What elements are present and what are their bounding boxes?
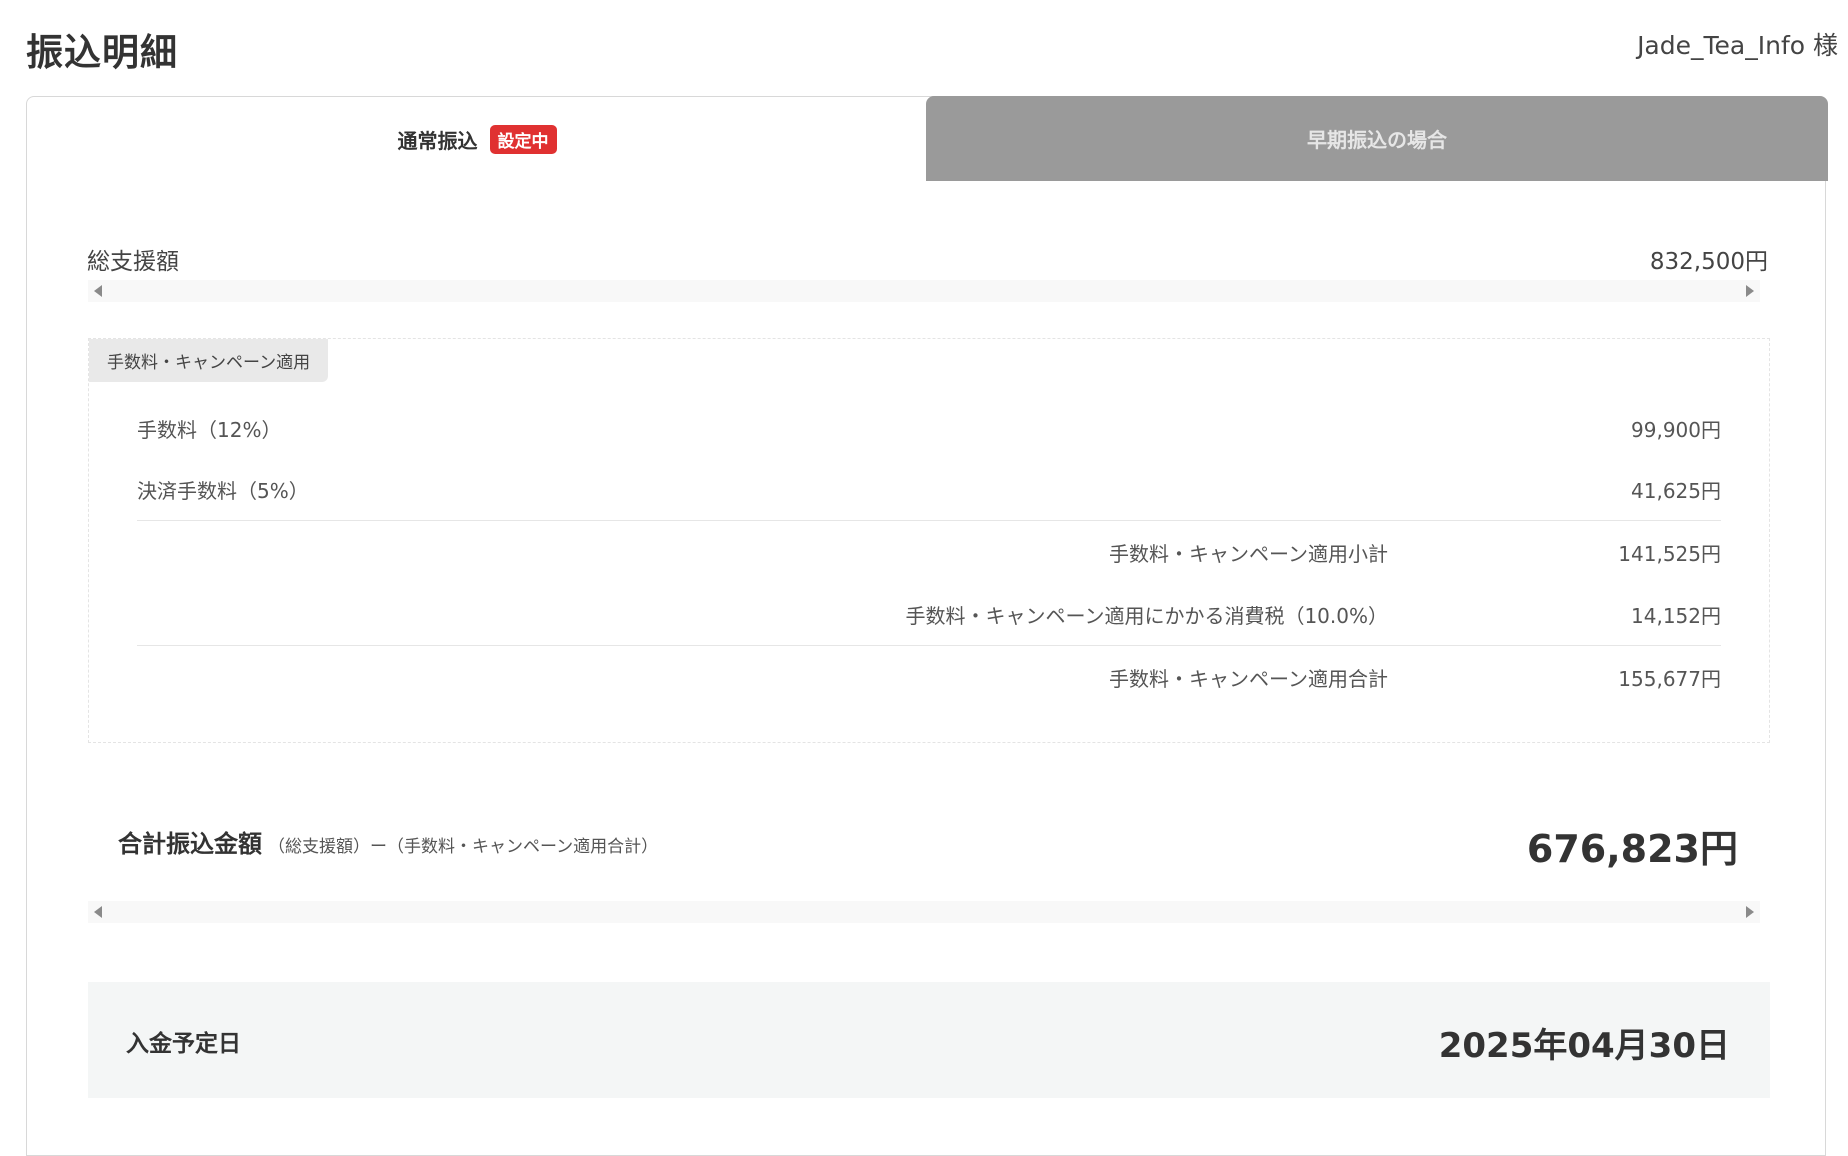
horizontal-scrollbar[interactable] <box>88 280 1760 302</box>
total-support-label: 総支援額 <box>87 249 179 275</box>
fee-item-row: 手数料（12%） 99,900円 <box>137 414 1721 444</box>
fee-subtotal-value: 141,525円 <box>1618 542 1721 566</box>
scroll-left-icon[interactable] <box>94 906 102 918</box>
scroll-left-icon[interactable] <box>94 285 102 297</box>
fee-item-value: 41,625円 <box>1631 479 1721 503</box>
fee-section-label: 手数料・キャンペーン適用 <box>89 339 329 382</box>
fee-divider <box>137 645 1721 646</box>
tab-early-label: 早期振込の場合 <box>1307 128 1447 152</box>
fee-subtotal-label: 手数料・キャンペーン適用小計 <box>1109 542 1388 566</box>
grand-total-label: 合計振込金額 （総支援額）ー（手数料・キャンペーン適用合計） <box>118 824 658 859</box>
grand-total-value: 676,823円 <box>1526 827 1738 871</box>
tab-normal-transfer[interactable]: 通常振込 設定中 <box>27 97 927 181</box>
user-name: Jade_Tea_Info 様 <box>1637 31 1838 60</box>
fee-total-label: 手数料・キャンペーン適用合計 <box>1109 667 1388 691</box>
deposit-date-label: 入金予定日 <box>126 1031 241 1057</box>
fee-divider <box>137 520 1721 521</box>
horizontal-scrollbar[interactable] <box>88 901 1760 923</box>
fee-tax-value: 14,152円 <box>1631 604 1721 628</box>
total-support-value: 832,500円 <box>1649 249 1768 275</box>
fee-breakdown-box: 手数料・キャンペーン適用 手数料（12%） 99,900円 決済手数料（5%） … <box>88 338 1770 743</box>
fee-subtotal-row: 手数料・キャンペーン適用小計 141,525円 <box>137 538 1721 568</box>
fee-item-value: 99,900円 <box>1631 418 1721 442</box>
fee-item-label: 決済手数料（5%） <box>137 479 309 503</box>
grand-total-title: 合計振込金額 <box>118 830 262 858</box>
fee-tax-row: 手数料・キャンペーン適用にかかる消費税（10.0%） 14,152円 <box>137 600 1721 630</box>
deposit-date-value: 2025年04月30日 <box>1438 1026 1730 1066</box>
page-title: 振込明細 <box>26 31 178 74</box>
tab-early-transfer[interactable]: 早期振込の場合 <box>926 96 1828 181</box>
deposit-date-box: 入金予定日 2025年04月30日 <box>88 982 1770 1098</box>
fee-item-row: 決済手数料（5%） 41,625円 <box>137 475 1721 505</box>
fee-tax-label: 手数料・キャンペーン適用にかかる消費税（10.0%） <box>905 604 1388 628</box>
scroll-right-icon[interactable] <box>1746 285 1754 297</box>
fee-item-label: 手数料（12%） <box>137 418 282 442</box>
grand-total-note: （総支援額）ー（手数料・キャンペーン適用合計） <box>268 837 659 857</box>
tab-normal-label: 通常振込 <box>397 128 478 153</box>
active-setting-badge: 設定中 <box>489 124 557 154</box>
fee-total-value: 155,677円 <box>1618 667 1721 691</box>
scroll-right-icon[interactable] <box>1746 906 1754 918</box>
fee-total-row: 手数料・キャンペーン適用合計 155,677円 <box>137 663 1721 693</box>
